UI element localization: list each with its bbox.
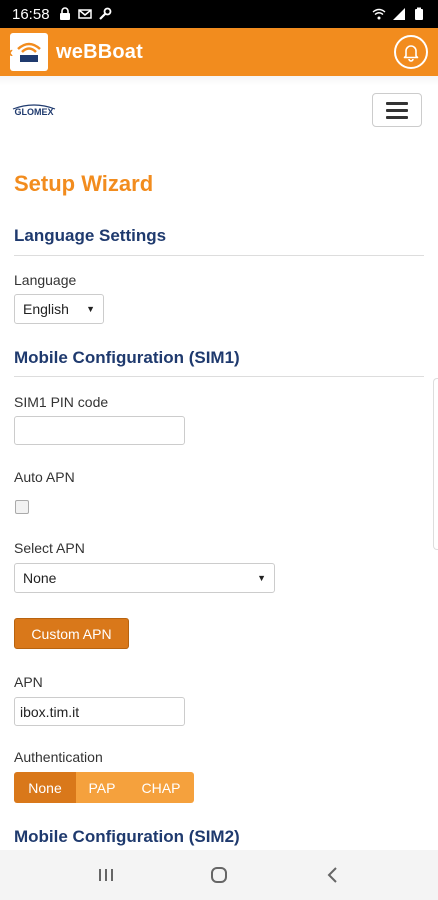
back-button[interactable]	[312, 855, 352, 895]
dropdown-caret-icon: ▼	[257, 573, 266, 583]
brand-row: GLOMEX	[0, 86, 438, 138]
authentication-label: Authentication	[14, 749, 103, 765]
hamburger-icon-line	[386, 108, 408, 112]
sim2-section-title: Mobile Configuration (SIM2)	[14, 827, 240, 846]
scroll-handle[interactable]	[433, 378, 438, 550]
notifications-button[interactable]	[394, 35, 428, 69]
wifi-icon	[372, 8, 386, 20]
language-label: Language	[14, 272, 77, 288]
sim1-pin-input[interactable]	[14, 416, 185, 445]
mail-icon	[77, 9, 92, 19]
auth-option-none[interactable]: None	[14, 772, 76, 803]
dropdown-caret-icon: ▼	[86, 304, 95, 314]
authentication-toggle-group: None PAP CHAP	[14, 772, 194, 803]
auth-option-chap[interactable]: CHAP	[128, 772, 194, 803]
auth-option-pap[interactable]: PAP	[76, 772, 128, 803]
hamburger-icon-line	[386, 101, 408, 105]
page-title: Setup Wizard	[14, 171, 154, 196]
custom-apn-button[interactable]: Custom APN	[14, 618, 129, 649]
app-logo-icon	[17, 42, 41, 62]
back-arrow-icon: ‹	[8, 44, 14, 61]
language-select[interactable]: English ▼	[14, 294, 104, 324]
app-back-button[interactable]: ‹	[8, 33, 48, 71]
system-navigation-bar	[0, 850, 438, 900]
back-chevron-icon	[327, 867, 337, 883]
sim1-section-title: Mobile Configuration (SIM1)	[14, 348, 240, 367]
wrench-icon	[98, 7, 111, 20]
section-divider	[14, 255, 424, 256]
battery-icon	[415, 7, 423, 20]
recents-icon	[99, 869, 114, 881]
select-apn-value: None	[23, 570, 57, 586]
recent-apps-button[interactable]	[86, 855, 126, 895]
auto-apn-checkbox[interactable]	[15, 500, 29, 514]
status-time: 16:58	[12, 5, 50, 23]
app-bar-shadow	[0, 76, 438, 86]
apn-label: APN	[14, 674, 43, 690]
glomex-logo: GLOMEX	[12, 104, 56, 117]
signal-icon	[393, 8, 405, 20]
language-section-title: Language Settings	[14, 226, 167, 245]
apn-input[interactable]: ibox.tim.it	[14, 697, 185, 726]
menu-button[interactable]	[372, 93, 422, 127]
section-divider	[14, 376, 424, 377]
main-content: GLOMEX Setup Wizard Language Settings La…	[0, 86, 438, 850]
home-button[interactable]	[199, 855, 239, 895]
select-apn-dropdown[interactable]: None ▼	[14, 563, 275, 593]
auto-apn-label: Auto APN	[14, 469, 75, 485]
status-bar: 16:58	[0, 0, 438, 28]
hamburger-icon-line	[386, 115, 408, 119]
bell-icon	[403, 45, 419, 62]
select-apn-label: Select APN	[14, 540, 85, 556]
glomex-logo-text: GLOMEX	[14, 107, 53, 117]
language-select-value: English	[23, 301, 69, 317]
sim1-pin-label: SIM1 PIN code	[14, 394, 109, 410]
home-icon	[210, 867, 227, 883]
app-title: weBBoat	[56, 40, 143, 63]
app-bar: ‹ weBBoat	[0, 28, 438, 76]
lock-icon	[59, 7, 70, 20]
